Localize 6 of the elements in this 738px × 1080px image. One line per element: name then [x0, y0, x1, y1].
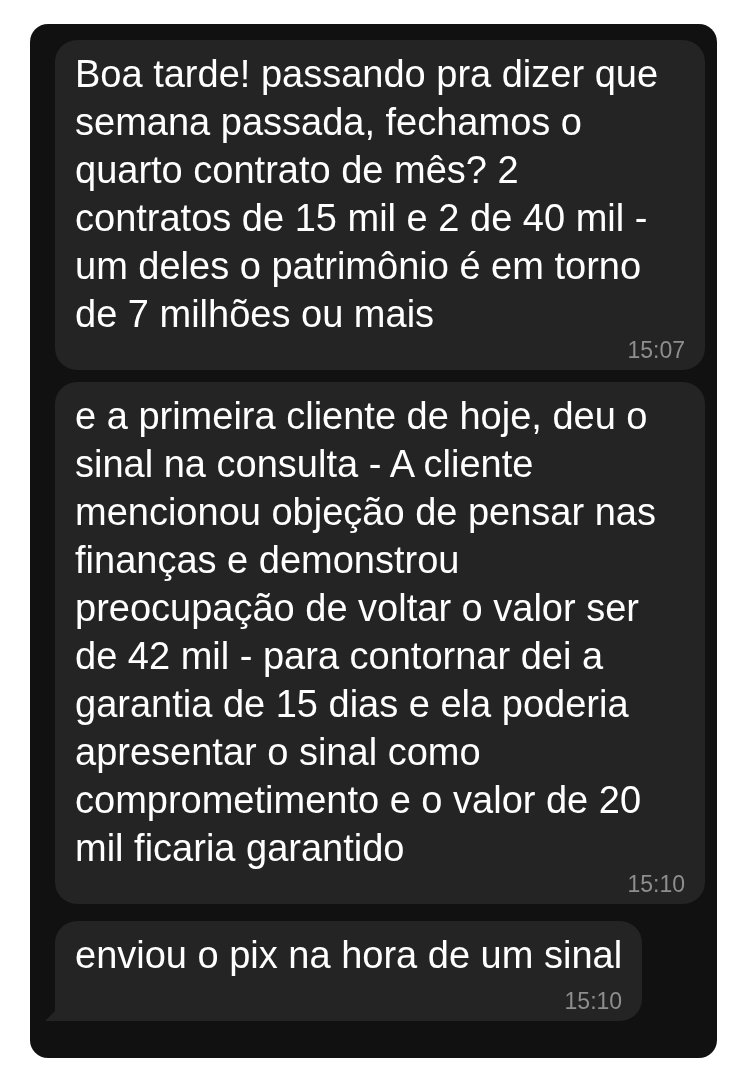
message-time: 15:10 [627, 871, 685, 897]
message-time: 15:07 [627, 337, 685, 363]
message-text: e a primeira cliente de hoje, deu o sinal na consulta - A cliente mencionou objeção de pensar nas finanças e demonstrou preocupação de voltar o valor ser de 42 mil - para contornar dei a garantia de 15 dias e ela poderia apresentar o sinal como comprometimento e o valor de 20 mil ficaria garantido [75, 394, 657, 871]
message-time: 15:10 [564, 988, 623, 1014]
message-text: Boa tarde! passando pra dizer que semana passada, fechamos o quarto contrato de mês? 2 contratos de 15 mil e 2 de 40 mil - um deles o patrimônio é em torno de 7 milhões ou mais [75, 52, 660, 337]
message-text: enviou o pix na hora de um sinal [75, 933, 623, 978]
